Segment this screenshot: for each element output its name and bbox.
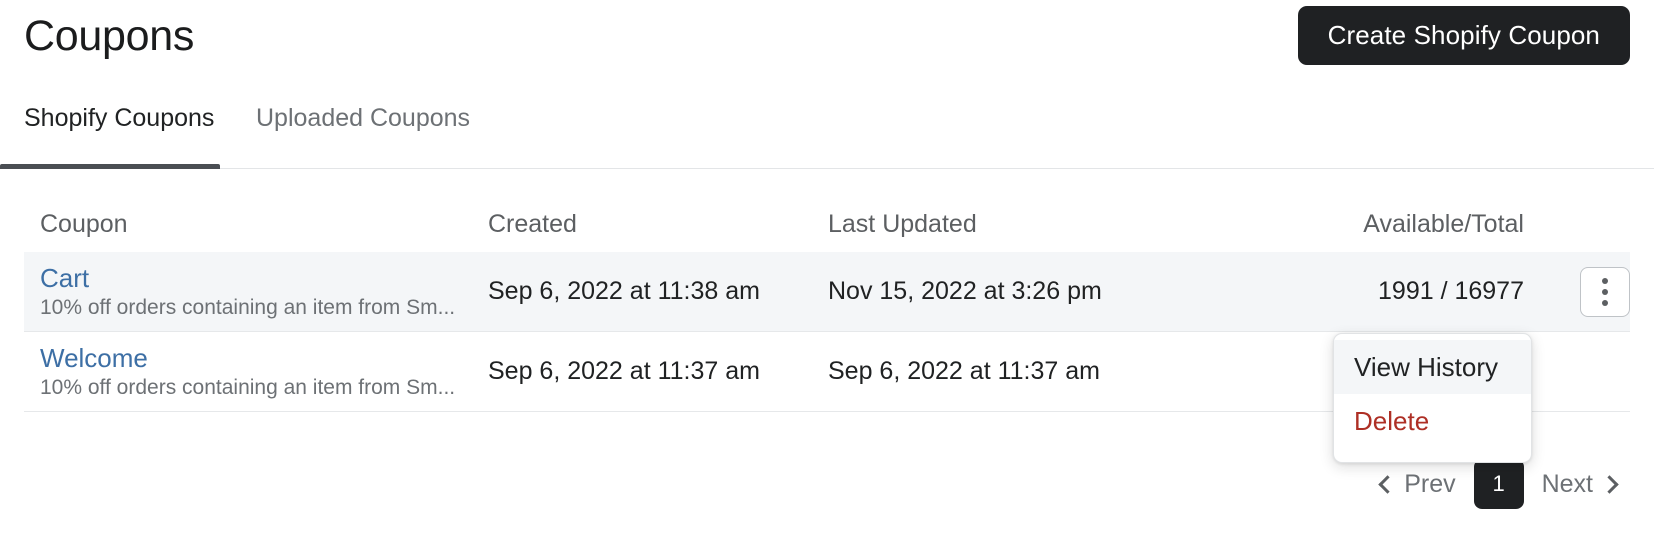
column-header-last-updated: Last Updated (828, 210, 977, 238)
coupon-link[interactable]: Welcome (40, 342, 456, 374)
kebab-dot (1602, 277, 1608, 284)
pagination-next-label: Next (1541, 469, 1593, 498)
row-actions-dropdown-menu: View History Delete (1333, 333, 1532, 463)
last-updated-cell: Nov 15, 2022 at 3:26 pm (828, 277, 1102, 305)
active-tab-indicator (0, 164, 220, 169)
pagination-next-button[interactable]: Next (1528, 460, 1630, 508)
tab-shopify-coupons[interactable]: Shopify Coupons (24, 96, 214, 168)
coupon-cell: Cart 10% off orders containing an item f… (24, 262, 472, 322)
coupon-link[interactable]: Cart (40, 262, 456, 294)
coupon-description: 10% off orders containing an item from S… (40, 375, 456, 399)
pagination-prev-label: Prev (1404, 469, 1456, 498)
table-row[interactable]: Cart 10% off orders containing an item f… (24, 252, 1630, 332)
create-shopify-coupon-button[interactable]: Create Shopify Coupon (1297, 6, 1630, 65)
column-header-created: Created (488, 210, 577, 238)
tab-bar: Shopify Coupons Uploaded Coupons (0, 96, 1654, 169)
chevron-right-icon (1600, 474, 1619, 494)
pagination-prev-button[interactable]: Prev (1367, 460, 1469, 508)
menu-item-delete[interactable]: Delete (1334, 394, 1531, 448)
kebab-dot (1602, 299, 1608, 306)
tab-uploaded-coupons[interactable]: Uploaded Coupons (256, 96, 470, 168)
row-actions-cell (1546, 266, 1630, 317)
page-header: Coupons Create Shopify Coupon (0, 0, 1654, 90)
coupons-page: Coupons Create Shopify Coupon Shopify Co… (0, 0, 1654, 560)
column-header-coupon: Coupon (40, 210, 128, 238)
chevron-left-icon (1378, 474, 1397, 494)
pagination-page-1[interactable]: 1 (1473, 459, 1524, 509)
table-header-row: Coupon Created Last Updated Available/To… (24, 196, 1630, 252)
row-actions-kebab-icon[interactable] (1580, 266, 1630, 317)
menu-item-view-history[interactable]: View History (1334, 340, 1531, 394)
pagination: Prev 1 Next (1367, 455, 1630, 513)
coupon-description: 10% off orders containing an item from S… (40, 295, 456, 319)
column-header-available-total: Available/Total (1363, 210, 1524, 238)
created-cell: Sep 6, 2022 at 11:38 am (488, 277, 760, 305)
created-cell: Sep 6, 2022 at 11:37 am (488, 357, 760, 385)
coupon-cell: Welcome 10% off orders containing an ite… (24, 342, 472, 402)
page-title: Coupons (24, 12, 195, 60)
last-updated-cell: Sep 6, 2022 at 11:37 am (828, 357, 1100, 385)
kebab-dot (1602, 288, 1608, 295)
available-total-cell: 1991 / 16977 (1378, 277, 1524, 305)
